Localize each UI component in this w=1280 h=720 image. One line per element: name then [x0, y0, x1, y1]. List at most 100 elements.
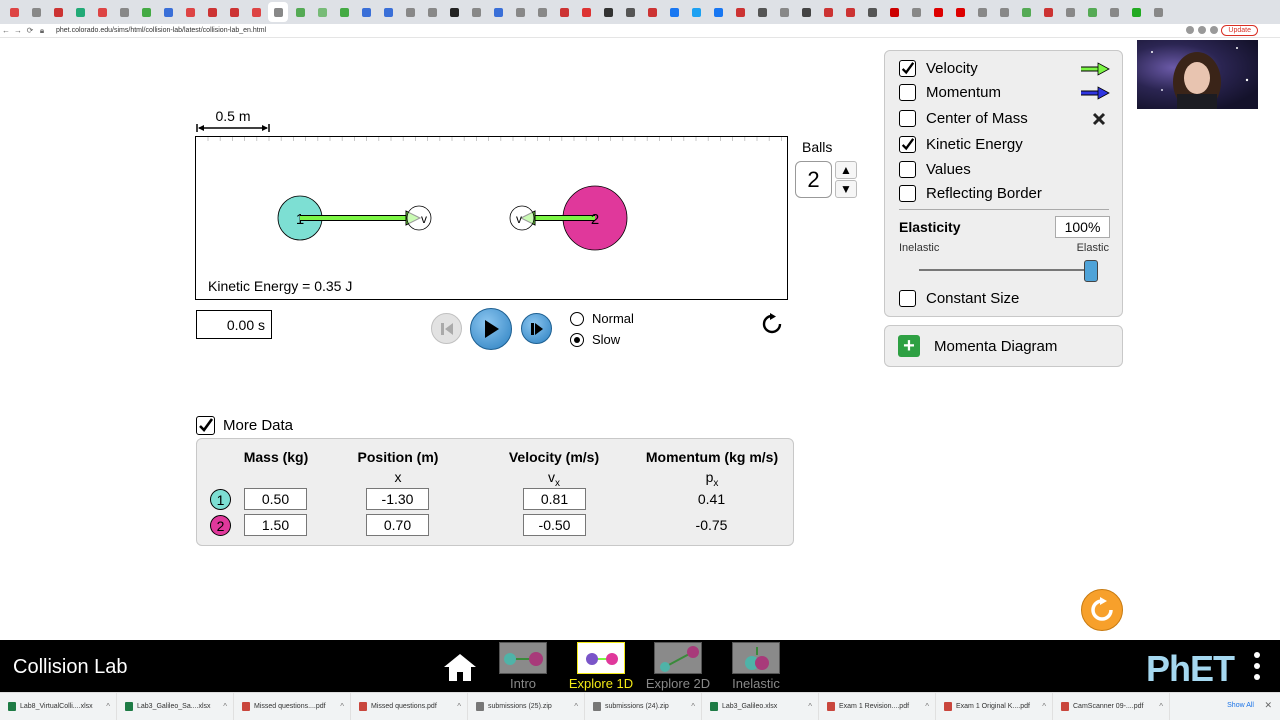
chevron-up-icon[interactable]: ^	[457, 702, 461, 711]
browser-tab[interactable]	[290, 2, 310, 22]
browser-tab[interactable]	[840, 2, 860, 22]
browser-tab[interactable]	[774, 2, 794, 22]
download-item[interactable]: Lab3_Galileo_Sa....xlsx ^	[117, 692, 234, 720]
row-1-mass-input[interactable]: 0.50	[244, 488, 307, 510]
url-text[interactable]: phet.colorado.edu/sims/html/collision-la…	[56, 27, 266, 34]
browser-tab[interactable]	[70, 2, 90, 22]
browser-tab[interactable]	[26, 2, 46, 22]
browser-tab[interactable]	[752, 2, 772, 22]
browser-tab[interactable]	[1104, 2, 1124, 22]
center-of-mass-option[interactable]: Center of Mass	[899, 110, 1028, 127]
velocity-checkbox[interactable]	[899, 60, 916, 77]
browser-tab[interactable]	[730, 2, 750, 22]
browser-tab[interactable]	[488, 2, 508, 22]
download-item[interactable]: Missed questions.pdf ^	[351, 692, 468, 720]
browser-tab[interactable]	[400, 2, 420, 22]
values-checkbox[interactable]	[899, 161, 916, 178]
expand-plus-icon[interactable]: +	[898, 335, 920, 357]
phet-menu-icon[interactable]	[1254, 652, 1262, 680]
chevron-up-icon[interactable]: ^	[106, 702, 110, 711]
browser-tab[interactable]	[664, 2, 684, 22]
download-item[interactable]: Lab3_Galileo.xlsx ^	[702, 692, 819, 720]
reload-icon[interactable]: ⟳	[24, 26, 36, 35]
elasticity-slider-thumb[interactable]	[1084, 260, 1098, 282]
browser-tab[interactable]	[312, 2, 332, 22]
browser-tab[interactable]	[1082, 2, 1102, 22]
download-item[interactable]: submissions (25).zip ^	[468, 692, 585, 720]
browser-tab[interactable]	[598, 2, 618, 22]
browser-tab[interactable]	[4, 2, 24, 22]
screen-explore-1d-button[interactable]: Explore 1D	[566, 642, 636, 691]
browser-tab[interactable]	[268, 2, 288, 22]
browser-tab[interactable]	[1016, 2, 1036, 22]
row-2-position-input[interactable]: 0.70	[366, 514, 429, 536]
play-area[interactable]: 1 v 2 v	[195, 136, 788, 300]
download-item[interactable]: Lab8_VirtualColli....xlsx ^	[0, 692, 117, 720]
speed-slow-option[interactable]: Slow	[570, 332, 620, 347]
browser-tab[interactable]	[158, 2, 178, 22]
more-data-option[interactable]: More Data	[196, 416, 293, 435]
browser-tab[interactable]	[136, 2, 156, 22]
browser-tab[interactable]	[950, 2, 970, 22]
reset-all-button[interactable]	[1081, 589, 1123, 631]
reflecting-border-checkbox[interactable]	[899, 185, 916, 202]
phet-logo[interactable]: PhET	[1146, 648, 1235, 690]
balls-increment-button[interactable]: ▲	[835, 161, 857, 179]
browser-tab[interactable]	[334, 2, 354, 22]
browser-tab[interactable]	[1038, 2, 1058, 22]
browser-tab[interactable]	[1148, 2, 1168, 22]
chevron-up-icon[interactable]: ^	[925, 702, 929, 711]
kinetic-energy-checkbox[interactable]	[899, 136, 916, 153]
browser-tab[interactable]	[1126, 2, 1146, 22]
home-icon[interactable]	[443, 652, 477, 682]
browser-tab[interactable]	[444, 2, 464, 22]
elasticity-slider-track[interactable]	[919, 269, 1091, 271]
download-item[interactable]: CamScanner 09-....pdf ^	[1053, 692, 1170, 720]
browser-tab[interactable]	[92, 2, 112, 22]
browser-tab[interactable]	[642, 2, 662, 22]
browser-tab[interactable]	[466, 2, 486, 22]
center-of-mass-checkbox[interactable]	[899, 110, 916, 127]
row-2-mass-input[interactable]: 1.50	[244, 514, 307, 536]
values-option[interactable]: Values	[899, 161, 971, 178]
browser-tab[interactable]	[114, 2, 134, 22]
browser-tab[interactable]	[422, 2, 442, 22]
row-1-velocity-input[interactable]: 0.81	[523, 488, 586, 510]
momentum-option[interactable]: Momentum	[899, 84, 1001, 101]
back-icon[interactable]: ←	[0, 26, 12, 35]
row-1-position-input[interactable]: -1.30	[366, 488, 429, 510]
update-button[interactable]: Update	[1221, 25, 1258, 36]
restart-button[interactable]	[757, 309, 787, 339]
screen-intro-button[interactable]: Intro	[488, 642, 558, 691]
chevron-up-icon[interactable]: ^	[223, 702, 227, 711]
chevron-up-icon[interactable]: ^	[574, 702, 578, 711]
browser-tab[interactable]	[224, 2, 244, 22]
browser-tab[interactable]	[378, 2, 398, 22]
chevron-up-icon[interactable]: ^	[808, 702, 812, 711]
browser-tab[interactable]	[796, 2, 816, 22]
kinetic-energy-option[interactable]: Kinetic Energy	[899, 136, 1023, 153]
chevron-up-icon[interactable]: ^	[691, 702, 695, 711]
balls-decrement-button[interactable]: ▼	[835, 180, 857, 198]
reflecting-border-option[interactable]: Reflecting Border	[899, 185, 1042, 202]
browser-tab[interactable]	[554, 2, 574, 22]
browser-tab[interactable]	[972, 2, 992, 22]
close-downloads-icon[interactable]: ✕	[1264, 700, 1272, 711]
row-2-velocity-input[interactable]: -0.50	[523, 514, 586, 536]
show-all-link[interactable]: Show All	[1227, 702, 1254, 709]
constant-size-option[interactable]: Constant Size	[899, 290, 1019, 307]
chevron-up-icon[interactable]: ^	[1159, 702, 1163, 711]
browser-tab[interactable]	[686, 2, 706, 22]
download-item[interactable]: submissions (24).zip ^	[585, 692, 702, 720]
browser-tab[interactable]	[532, 2, 552, 22]
browser-tab[interactable]	[994, 2, 1014, 22]
browser-tab[interactable]	[862, 2, 882, 22]
browser-tab[interactable]	[246, 2, 266, 22]
browser-tab[interactable]	[708, 2, 728, 22]
browser-tab[interactable]	[620, 2, 640, 22]
browser-tab[interactable]	[884, 2, 904, 22]
download-item[interactable]: Exam 1 Original K....pdf ^	[936, 692, 1053, 720]
velocity-option[interactable]: Velocity	[899, 60, 978, 77]
browser-tab[interactable]	[48, 2, 68, 22]
step-forward-button[interactable]	[521, 313, 552, 344]
